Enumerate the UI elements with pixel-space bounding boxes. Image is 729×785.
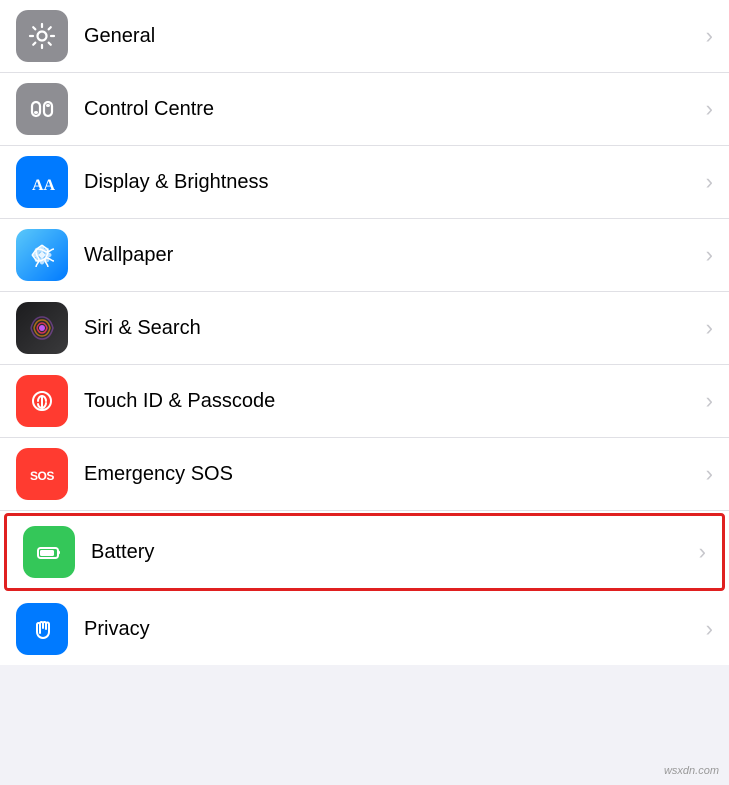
svg-text:AA: AA bbox=[32, 177, 56, 194]
general-chevron: › bbox=[706, 23, 713, 49]
settings-item-wallpaper[interactable]: Wallpaper › bbox=[0, 219, 729, 292]
settings-item-privacy[interactable]: Privacy › bbox=[0, 593, 729, 665]
display-brightness-label: Display & Brightness bbox=[84, 171, 698, 194]
display-brightness-icon: AA bbox=[16, 156, 68, 208]
settings-item-emergency-sos[interactable]: SOS Emergency SOS › bbox=[0, 438, 729, 511]
battery-chevron: › bbox=[699, 539, 706, 565]
control-centre-chevron: › bbox=[706, 96, 713, 122]
touch-id-chevron: › bbox=[706, 388, 713, 414]
general-icon bbox=[16, 10, 68, 62]
settings-list: General › Control Centre › AA Display & … bbox=[0, 0, 729, 665]
emergency-sos-label: Emergency SOS bbox=[84, 463, 698, 486]
settings-item-touch-id[interactable]: Touch ID & Passcode › bbox=[0, 365, 729, 438]
wallpaper-chevron: › bbox=[706, 242, 713, 268]
settings-item-siri-search[interactable]: Siri & Search › bbox=[0, 292, 729, 365]
general-label: General bbox=[84, 25, 698, 48]
settings-item-display-brightness[interactable]: AA Display & Brightness › bbox=[0, 146, 729, 219]
privacy-chevron: › bbox=[706, 616, 713, 642]
battery-icon bbox=[23, 526, 75, 578]
display-brightness-chevron: › bbox=[706, 169, 713, 195]
control-centre-icon bbox=[16, 83, 68, 135]
settings-item-general[interactable]: General › bbox=[0, 0, 729, 73]
privacy-label: Privacy bbox=[84, 618, 698, 641]
control-centre-label: Control Centre bbox=[84, 98, 698, 121]
siri-search-chevron: › bbox=[706, 315, 713, 341]
wallpaper-label: Wallpaper bbox=[84, 244, 698, 267]
touch-id-icon bbox=[16, 375, 68, 427]
siri-search-label: Siri & Search bbox=[84, 317, 698, 340]
emergency-sos-icon: SOS bbox=[16, 448, 68, 500]
watermark: wsxdn.com bbox=[664, 765, 719, 777]
settings-item-control-centre[interactable]: Control Centre › bbox=[0, 73, 729, 146]
touch-id-label: Touch ID & Passcode bbox=[84, 390, 698, 413]
siri-search-icon bbox=[16, 302, 68, 354]
emergency-sos-chevron: › bbox=[706, 461, 713, 487]
svg-text:SOS: SOS bbox=[30, 469, 54, 483]
battery-label: Battery bbox=[91, 541, 691, 564]
wallpaper-icon bbox=[16, 229, 68, 281]
settings-item-battery[interactable]: Battery › bbox=[4, 513, 725, 591]
privacy-icon bbox=[16, 603, 68, 655]
